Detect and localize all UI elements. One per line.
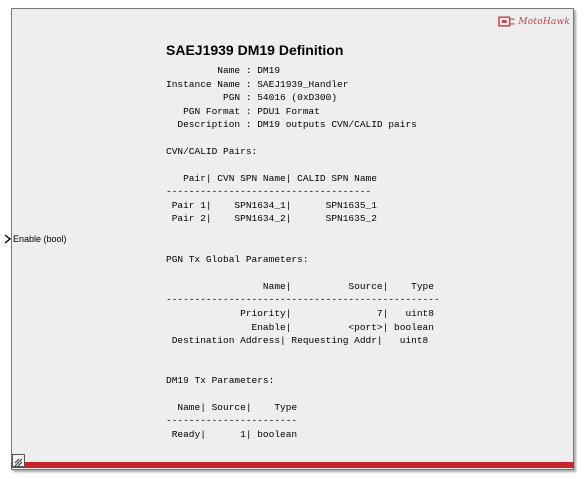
resize-icon[interactable]: [12, 454, 25, 467]
block-title: SAEJ1939 DM19 Definition: [166, 42, 344, 58]
info-line-pgn-format: PGN Format : PDU1 Format: [166, 105, 320, 117]
pgn-tx-table-row: Destination Address| Requesting Addr| ui…: [166, 335, 429, 346]
motohawk-logo: MotoHawk: [498, 14, 570, 30]
input-port-enable[interactable]: Enable (bool): [4, 234, 67, 244]
cvn-table-separator: ------------------------------------: [166, 186, 372, 197]
info-line-name: Name : DM19: [166, 65, 281, 76]
pgn-tx-table-row: Enable| <port>| boolean: [166, 321, 434, 333]
info-line-pgn: PGN : 54016 (0xD300): [166, 92, 338, 103]
dm19-tx-table-row: Ready| 1| boolean: [166, 429, 298, 440]
cvn-table-header: Pair| CVN SPN Name| CALID SPN Name: [166, 173, 377, 184]
cvn-table-row: Pair 1| SPN1634_1| SPN1635_1: [166, 200, 377, 211]
dm19-tx-table-separator: -----------------------: [166, 415, 298, 426]
cvn-heading: CVN/CALID Pairs:: [166, 146, 258, 157]
motohawk-logo-icon: [498, 16, 515, 27]
dm19-tx-heading: DM19 Tx Parameters:: [166, 375, 275, 386]
cvn-table-row: Pair 2| SPN1634_2| SPN1635_2: [166, 213, 377, 224]
pgn-tx-table-separator: ----------------------------------------…: [166, 294, 440, 305]
chevron-right-icon: [4, 234, 12, 244]
pgn-tx-heading: PGN Tx Global Parameters:: [166, 254, 309, 265]
pgn-tx-table-row: Priority| 7| uint8: [166, 308, 434, 319]
dm19-tx-table-header: Name| Source| Type: [166, 402, 298, 413]
pgn-tx-table-header: Name| Source| Type: [166, 281, 434, 292]
link-icon: [14, 458, 23, 467]
info-line-description: Description : DM19 outputs CVN/CALID pai…: [166, 119, 417, 130]
block-bottom-bar: [11, 462, 574, 468]
input-port-label: Enable (bool): [13, 234, 67, 244]
info-line-instance: Instance Name : SAEJ1939_Handler: [166, 78, 349, 90]
logo-text: MotoHawk: [518, 17, 570, 27]
